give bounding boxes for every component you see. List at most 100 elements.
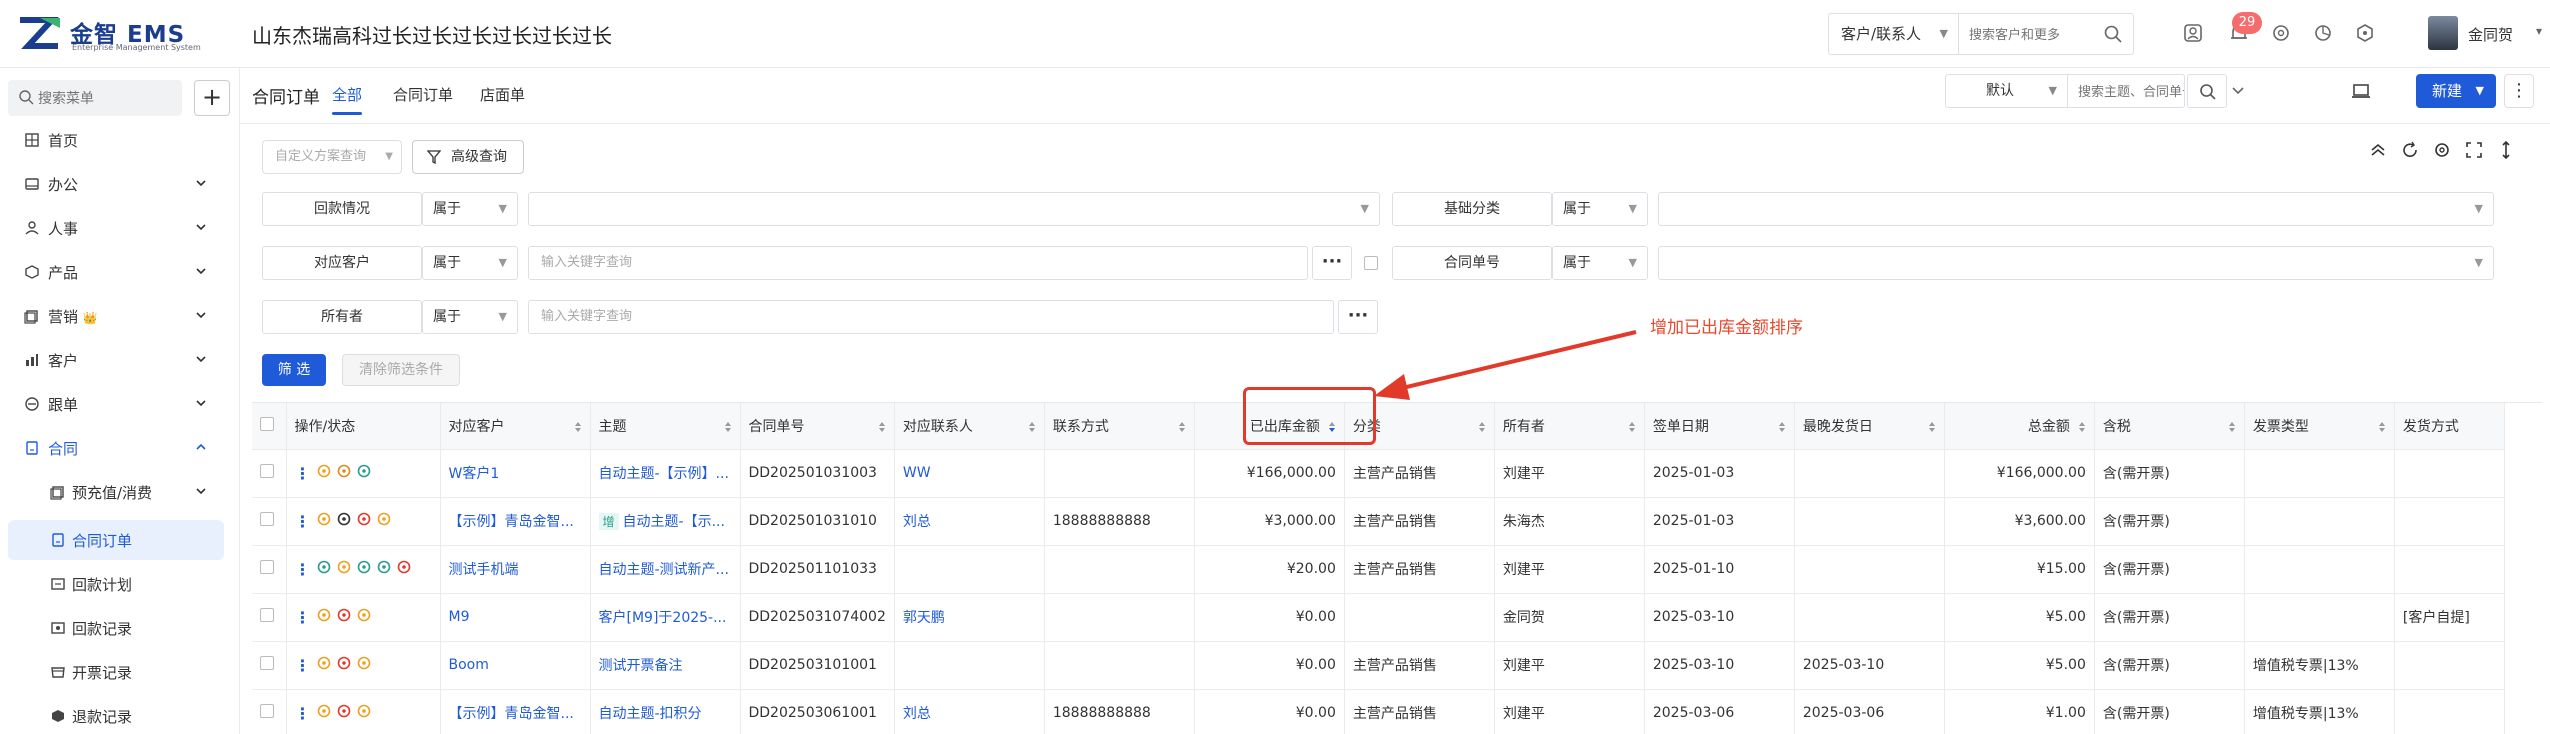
sidebar-item-hr[interactable]: 人事 [0, 208, 240, 248]
status-icon[interactable] [357, 464, 371, 482]
new-button[interactable]: 新建 ▼ [2416, 74, 2496, 108]
fullscreen-icon[interactable] [2464, 140, 2484, 160]
cell-customer-link[interactable]: 【示例】青岛金智... [449, 514, 574, 530]
row-height-icon[interactable] [2496, 140, 2516, 160]
cell-customer-link[interactable]: W客户1 [449, 466, 500, 482]
sort-icon[interactable] [724, 420, 732, 434]
row-checkbox[interactable] [260, 464, 274, 478]
filter-checkbox[interactable] [1364, 256, 1378, 270]
status-icon[interactable] [337, 512, 351, 530]
status-icon[interactable] [317, 656, 331, 674]
status-icon[interactable] [317, 608, 331, 626]
status-icon[interactable] [317, 704, 331, 722]
cell-subject-link[interactable]: 自动主题-【示例】... [599, 466, 729, 482]
status-icon[interactable] [357, 704, 371, 722]
table-row[interactable]: ⋮ M9 客户[M9]于2025-... DD2025031074002 郭天鹏 ¥0.0… [252, 593, 2505, 642]
cell-customer-link[interactable]: 【示例】青岛金智... [449, 706, 574, 722]
table-row[interactable]: ⋮ 【示例】青岛金智... 自动主题-扣积分 DD202503061001 刘总 1888… [252, 689, 2505, 734]
cell-customer-link[interactable]: M9 [449, 609, 470, 625]
table-row[interactable]: ⋮ 【示例】青岛金智... 增自动主题-【示... DD202501031010 刘总 1… [252, 497, 2505, 546]
sidebar-item-home[interactable]: 首页 [0, 120, 240, 160]
status-icon[interactable] [337, 656, 351, 674]
filter-operator-owner[interactable]: 属于 ▼ [422, 300, 518, 334]
filter-operator-customer[interactable]: 属于 ▼ [422, 246, 518, 280]
cell-customer-link[interactable]: Boom [449, 657, 489, 673]
laptop-icon[interactable] [2350, 80, 2372, 102]
status-icon[interactable] [397, 560, 411, 578]
status-icon[interactable] [357, 560, 371, 578]
sort-icon[interactable] [1028, 420, 1036, 434]
filter-value-contract-no[interactable]: ▼ [1658, 246, 2494, 280]
sort-icon[interactable] [1778, 420, 1786, 434]
shield-icon[interactable] [2352, 20, 2380, 48]
cell-subject-link[interactable]: 客户[M9]于2025-... [599, 610, 727, 626]
gear-icon[interactable] [2268, 20, 2296, 48]
status-icon[interactable] [317, 512, 331, 530]
status-icon[interactable] [317, 560, 331, 578]
chart-icon[interactable] [2310, 20, 2338, 48]
settings-icon[interactable] [2432, 140, 2452, 160]
filter-operator-category[interactable]: 属于 ▼ [1552, 192, 1648, 226]
search-type-select[interactable]: 客户/联系人 ▼ [1829, 14, 1959, 54]
filter-customer-more-button[interactable]: ··· [1312, 246, 1352, 280]
cell-customer-link[interactable]: 测试手机端 [449, 562, 519, 578]
filter-button[interactable]: 筛 选 [262, 354, 326, 386]
row-checkbox[interactable] [260, 560, 274, 574]
sidebar-subitem-payment-record[interactable]: 回款记录 [0, 608, 240, 648]
more-actions-icon[interactable]: ⋮ [295, 464, 311, 483]
column-header-contract-no[interactable]: 合同单号 [740, 403, 895, 450]
sort-icon[interactable] [1178, 420, 1186, 434]
tab-all[interactable]: 全部 [332, 84, 362, 105]
sort-icon[interactable] [2078, 420, 2086, 434]
sort-icon[interactable] [1928, 420, 1936, 434]
sort-icon[interactable] [2378, 420, 2386, 434]
refresh-icon[interactable] [2400, 140, 2420, 160]
more-actions-icon[interactable]: ⋮ [295, 560, 311, 579]
more-actions-icon[interactable]: ⋮ [295, 608, 311, 627]
status-icon[interactable] [317, 464, 331, 482]
contacts-icon[interactable] [2180, 20, 2208, 48]
status-icon[interactable] [377, 560, 391, 578]
sort-icon[interactable] [2228, 420, 2236, 434]
more-actions-icon[interactable]: ⋮ [295, 512, 311, 531]
status-icon[interactable] [337, 560, 351, 578]
menu-search-input[interactable] [38, 80, 178, 116]
global-search-input[interactable] [1961, 14, 2101, 54]
table-row[interactable]: ⋮ W客户1 自动主题-【示例】... DD202501031003 WW ¥166,00… [252, 449, 2505, 498]
sidebar-subitem-contract-order[interactable]: 合同订单 [8, 520, 224, 560]
row-checkbox[interactable] [260, 704, 274, 718]
sort-icon[interactable] [1478, 420, 1486, 434]
sidebar-subitem-refund-record[interactable]: 退款记录 [0, 696, 240, 734]
sidebar-item-office[interactable]: 办公 [0, 164, 240, 204]
sidebar-item-follow[interactable]: 跟单 [0, 384, 240, 424]
sidebar-item-product[interactable]: 产品 [0, 252, 240, 292]
chevron-down-icon[interactable] [2230, 82, 2246, 98]
status-icon[interactable] [377, 512, 391, 530]
cell-subject-link[interactable]: 测试开票备注 [599, 658, 683, 674]
more-options-button[interactable]: ⋮ [2504, 74, 2534, 108]
filter-operator-contract-no[interactable]: 属于 ▼ [1552, 246, 1648, 280]
column-header-phone[interactable]: 联系方式 [1044, 403, 1195, 450]
sort-icon[interactable] [1628, 420, 1636, 434]
sidebar-item-marketing[interactable]: 营销 👑 [0, 296, 240, 336]
column-header-tax[interactable]: 含税 [2094, 403, 2245, 450]
row-checkbox[interactable] [260, 608, 274, 622]
filter-operator-payment[interactable]: 属于 ▼ [422, 192, 518, 226]
filter-value-owner[interactable]: 输入关键字查询 [528, 300, 1334, 334]
status-icon[interactable] [357, 608, 371, 626]
search-icon[interactable] [2103, 24, 2123, 44]
cell-contact-link[interactable]: 刘总 [903, 514, 931, 530]
sidebar-item-contract[interactable]: 合同 [0, 428, 240, 468]
more-actions-icon[interactable]: ⋮ [295, 704, 311, 723]
column-header-contact[interactable]: 对应联系人 [894, 403, 1045, 450]
sidebar-subitem-invoice-record[interactable]: 开票记录 [0, 652, 240, 692]
status-icon[interactable] [357, 656, 371, 674]
view-dropdown[interactable]: 默认 ▼ [1946, 75, 2068, 107]
cell-subject-link[interactable]: 自动主题-【示... [623, 514, 725, 530]
table-row[interactable]: ⋮ 测试手机端 自动主题-测试新产... DD202501101033 ¥20.00 主营… [252, 545, 2505, 594]
status-icon[interactable] [357, 512, 371, 530]
status-icon[interactable] [337, 704, 351, 722]
tab-contract-order[interactable]: 合同订单 [393, 84, 453, 105]
row-checkbox[interactable] [260, 512, 274, 526]
sort-icon[interactable] [878, 420, 886, 434]
